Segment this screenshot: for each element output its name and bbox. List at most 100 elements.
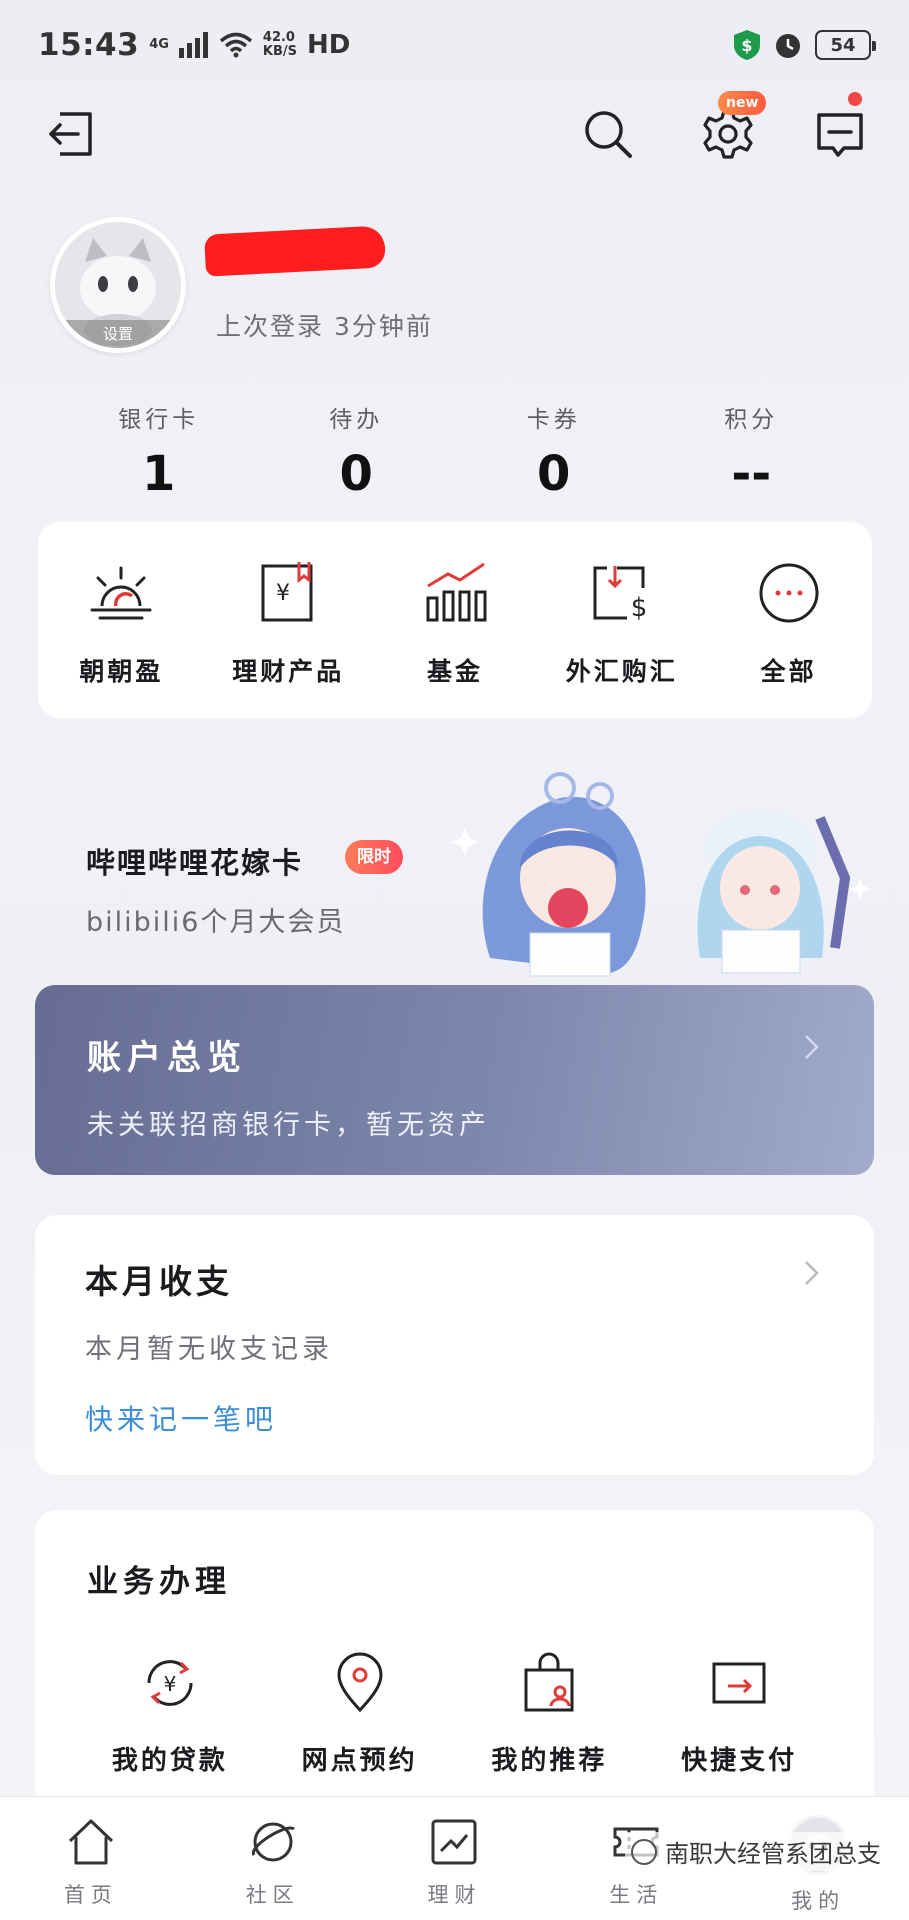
svg-text:$: $: [631, 593, 648, 623]
shortcut-zhaozhaoying[interactable]: 朝朝盈: [38, 558, 205, 718]
svg-text:¥: ¥: [276, 581, 290, 606]
watermark: 南职大经管系团总支: [625, 1832, 887, 1871]
tab-home[interactable]: 首页: [0, 1797, 182, 1920]
stat-value: --: [731, 446, 772, 502]
service-branch-booking[interactable]: 网点预约: [265, 1650, 455, 1777]
stat-label: 银行卡: [118, 407, 200, 433]
shortcut-label: 理财产品: [232, 657, 345, 686]
app-screen: 15:43 4G 42.0 KB/S HD $ 54 new 设置 上次登录 3…: [0, 0, 909, 1920]
watermark-text: 南职大经管系团总支: [665, 1840, 881, 1868]
shortcut-card: 朝朝盈 ¥ 理财产品 基金 $ 外汇购汇 全部: [38, 522, 872, 718]
fund-chart-icon: [426, 562, 487, 622]
forex-icon: $: [593, 566, 648, 623]
service-quick-pay[interactable]: 快捷支付: [644, 1650, 834, 1777]
service-label: 快捷支付: [681, 1746, 798, 1776]
network-speed: 42.0 KB/S: [263, 31, 297, 59]
banner-title: 哔哩哔哩花嫁卡: [86, 846, 304, 880]
tab-label: 首页: [63, 1883, 118, 1907]
planet-icon: [251, 1822, 295, 1862]
service-label: 网点预约: [301, 1746, 418, 1776]
overview-title: 账户总览: [87, 1038, 247, 1078]
status-left: 15:43 4G 42.0 KB/S HD: [38, 27, 350, 63]
loan-icon: ¥: [147, 1660, 193, 1706]
status-bar: 15:43 4G 42.0 KB/S HD $ 54: [0, 0, 909, 90]
chevron-right-icon: [805, 1261, 819, 1285]
monthly-subtitle: 本月暂无收支记录: [85, 1334, 333, 1365]
network-speed-unit: KB/S: [262, 44, 297, 59]
network-indicator: 4G: [149, 38, 169, 52]
anime-characters-illustration: [451, 772, 871, 977]
stat-value: 0: [537, 446, 571, 502]
service-my-recommendations[interactable]: 我的推荐: [455, 1650, 645, 1777]
search-icon[interactable]: [580, 106, 636, 162]
account-overview-card[interactable]: 账户总览 未关联招商银行卡，暂无资产: [35, 985, 874, 1175]
tab-wealth[interactable]: 理财: [364, 1797, 546, 1920]
top-nav: [0, 92, 909, 182]
sunrise-icon: [90, 566, 152, 620]
chevron-right-icon: [805, 1035, 819, 1059]
shopping-bag-icon: [524, 1652, 574, 1712]
stat-label: 积分: [724, 407, 779, 433]
wechat-icon: [631, 1838, 657, 1865]
last-login-text: 上次登录 3分钟前: [216, 312, 433, 341]
hd-indicator: HD: [307, 30, 351, 60]
home-icon: [68, 1819, 113, 1865]
services-card: 业务办理 ¥ 我的贷款 网点预约 我的推荐 快捷支付: [35, 1510, 874, 1810]
overview-subtitle: 未关联招商银行卡，暂无资产: [87, 1110, 490, 1141]
svg-text:¥: ¥: [164, 1672, 177, 1696]
logout-icon[interactable]: [44, 106, 100, 162]
settings-new-badge: new: [718, 91, 767, 115]
services-title: 业务办理: [87, 1564, 231, 1600]
alarm-icon: [776, 34, 800, 58]
network-type: 4G: [149, 37, 169, 52]
service-label: 我的贷款: [111, 1746, 228, 1776]
stat-bank-cards[interactable]: 银行卡 1: [60, 400, 258, 510]
quick-pay-icon: [712, 1662, 766, 1704]
avatar-settings-tag[interactable]: 设置: [55, 320, 181, 348]
tab-community[interactable]: 社区: [182, 1797, 364, 1920]
tab-label: 理财: [427, 1883, 482, 1907]
shortcut-label: 基金: [426, 657, 483, 686]
network-speed-value: 42.0: [262, 30, 295, 45]
banner-limited-tag: 限时: [345, 840, 403, 874]
shortcut-label: 朝朝盈: [79, 657, 164, 686]
service-label: 我的推荐: [491, 1746, 608, 1776]
shortcut-wealth-products[interactable]: ¥ 理财产品: [205, 558, 372, 718]
wealth-product-icon: ¥: [261, 562, 313, 622]
service-my-loans[interactable]: ¥ 我的贷款: [75, 1650, 265, 1777]
stat-points[interactable]: 积分 --: [653, 400, 851, 510]
shortcut-all[interactable]: 全部: [705, 558, 872, 718]
tab-label: 生活: [609, 1883, 664, 1907]
record-entry-link[interactable]: 快来记一笔吧: [85, 1398, 277, 1438]
stat-todo[interactable]: 待办 0: [258, 400, 456, 510]
wifi-icon: [219, 32, 253, 58]
stat-value: 1: [142, 446, 176, 502]
shortcut-forex[interactable]: $ 外汇购汇: [538, 558, 705, 718]
more-icon: [759, 563, 819, 623]
tab-label: 我的: [791, 1889, 846, 1913]
shortcut-funds[interactable]: 基金: [372, 558, 539, 718]
message-icon[interactable]: [812, 106, 868, 162]
monthly-summary-card[interactable]: 本月收支 本月暂无收支记录 快来记一笔吧: [35, 1215, 874, 1475]
status-time: 15:43: [38, 27, 140, 63]
avatar[interactable]: 设置: [50, 217, 186, 353]
stat-label: 卡券: [526, 407, 581, 433]
battery-indicator: 54: [815, 30, 876, 60]
banner-subtitle: bilibili6个月大会员: [86, 907, 346, 938]
account-stats: 银行卡 1 待办 0 卡券 0 积分 --: [60, 400, 850, 510]
location-pin-icon: [337, 1652, 383, 1713]
svg-text:$: $: [741, 36, 752, 55]
trend-icon: [431, 1819, 477, 1865]
status-right: $ 54: [733, 29, 876, 61]
tab-label: 社区: [245, 1883, 300, 1907]
stat-label: 待办: [329, 407, 384, 433]
stat-value: 0: [339, 446, 373, 502]
monthly-title: 本月收支: [85, 1262, 233, 1301]
stat-coupons[interactable]: 卡券 0: [455, 400, 653, 510]
shield-dollar-icon: $: [734, 30, 760, 60]
services-row: ¥ 我的贷款 网点预约 我的推荐 快捷支付: [35, 1650, 874, 1777]
battery-level: 54: [830, 34, 856, 56]
redacted-username: [204, 225, 386, 277]
signal-icon: [178, 32, 208, 58]
message-unread-dot: [848, 92, 862, 106]
